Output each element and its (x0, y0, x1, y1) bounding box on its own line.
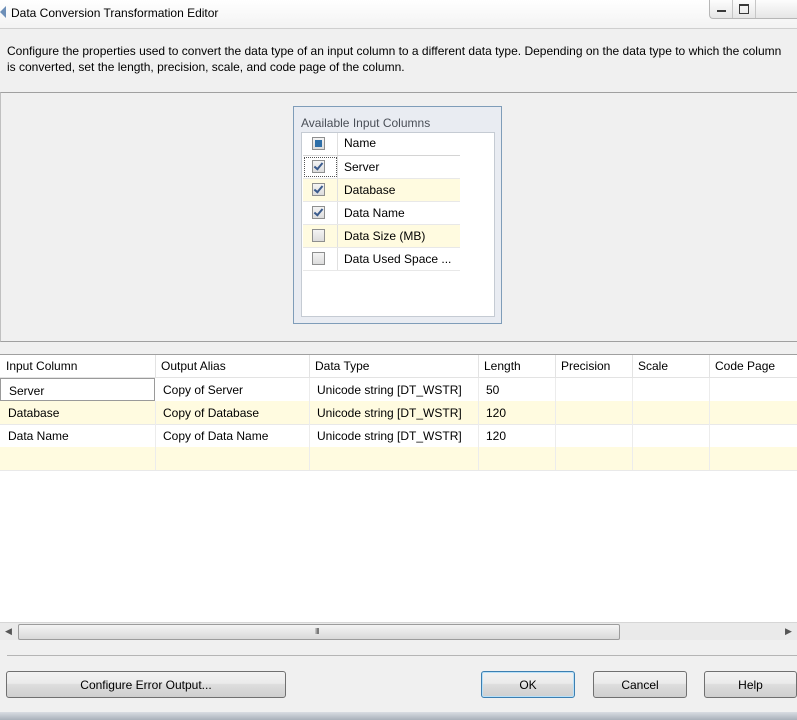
cell-scale[interactable] (632, 424, 710, 447)
table-row[interactable]: Server Copy of Server Unicode string [DT… (0, 378, 797, 402)
scroll-left-icon[interactable]: ◀ (0, 623, 17, 640)
available-columns-title: Available Input Columns (301, 116, 431, 130)
table-row[interactable]: Database Copy of Database Unicode string… (0, 401, 797, 425)
column-header-input-column[interactable]: Input Column (0, 355, 156, 377)
minimize-icon (717, 10, 726, 12)
conversion-grid: Input Column Output Alias Data Type Leng… (0, 354, 797, 639)
description-text: Configure the properties used to convert… (7, 44, 782, 74)
cell-output-alias[interactable]: Copy of Database (155, 401, 310, 424)
cell-precision[interactable] (555, 378, 633, 401)
list-item[interactable]: Database (303, 179, 460, 202)
window-bottom-edge (0, 712, 797, 720)
minimize-button[interactable] (710, 0, 733, 18)
cancel-button[interactable]: Cancel (593, 671, 687, 698)
cell-scale[interactable] (632, 378, 710, 401)
available-columns-header: Name (303, 133, 460, 156)
maximize-icon (739, 4, 749, 14)
available-columns-list: Name Server Database Data Name Data Size… (301, 132, 495, 317)
cell-code-page[interactable] (709, 378, 797, 401)
new-row[interactable] (0, 447, 797, 471)
name-header: Name (344, 136, 377, 150)
column-header-data-type[interactable]: Data Type (309, 355, 479, 377)
cell-input-column[interactable]: Database (0, 401, 156, 424)
column-header-precision[interactable]: Precision (555, 355, 633, 377)
cell-data-type[interactable]: Unicode string [DT_WSTR] (309, 378, 479, 401)
cell-data-type[interactable]: Unicode string [DT_WSTR] (309, 424, 479, 447)
scrollbar-thumb[interactable]: III (18, 624, 620, 640)
title-bar: Data Conversion Transformation Editor (0, 0, 797, 29)
table-row[interactable]: Data Name Copy of Data Name Unicode stri… (0, 424, 797, 448)
ok-button[interactable]: OK (481, 671, 575, 698)
column-header-code-page[interactable]: Code Page (709, 355, 797, 377)
cell-code-page[interactable] (709, 424, 797, 447)
list-item[interactable]: Data Name (303, 202, 460, 225)
cell-output-alias[interactable]: Copy of Server (155, 378, 310, 401)
list-item[interactable]: Server (303, 156, 460, 179)
cell-precision[interactable] (555, 401, 633, 424)
cell-length[interactable]: 120 (478, 424, 556, 447)
cell-input-column[interactable]: Data Name (0, 424, 156, 447)
list-item[interactable]: Data Used Space ... (303, 248, 460, 271)
column-header-scale[interactable]: Scale (632, 355, 710, 377)
window-controls (709, 0, 797, 19)
column-checkbox-database[interactable] (312, 183, 325, 196)
column-header-output-alias[interactable]: Output Alias (155, 355, 310, 377)
column-header-length[interactable]: Length (478, 355, 556, 377)
cell-length[interactable]: 50 (478, 378, 556, 401)
maximize-button[interactable] (733, 0, 756, 18)
cell-precision[interactable] (555, 424, 633, 447)
column-checkbox-data-used-space[interactable] (312, 252, 325, 265)
window-title: Data Conversion Transformation Editor (11, 6, 219, 20)
column-checkbox-server[interactable] (312, 160, 325, 173)
select-all-checkbox[interactable] (312, 137, 325, 150)
configure-error-output-button[interactable]: Configure Error Output... (6, 671, 286, 698)
close-button[interactable] (756, 0, 797, 18)
divider (7, 655, 797, 656)
cell-data-type[interactable]: Unicode string [DT_WSTR] (309, 401, 479, 424)
app-icon (0, 6, 6, 18)
column-checkbox-data-size[interactable] (312, 229, 325, 242)
cell-code-page[interactable] (709, 401, 797, 424)
column-checkbox-data-name[interactable] (312, 206, 325, 219)
cell-length[interactable]: 120 (478, 401, 556, 424)
horizontal-scrollbar[interactable]: ◀ III ▶ (0, 622, 797, 640)
scroll-right-icon[interactable]: ▶ (780, 623, 797, 640)
cell-scale[interactable] (632, 401, 710, 424)
help-button[interactable]: Help (704, 671, 797, 698)
scrollbar-grip: III (315, 627, 320, 636)
cell-output-alias[interactable]: Copy of Data Name (155, 424, 310, 447)
list-item[interactable]: Data Size (MB) (303, 225, 460, 248)
available-input-columns: Available Input Columns Name Server Data… (293, 106, 502, 324)
grid-header: Input Column Output Alias Data Type Leng… (0, 355, 797, 378)
cell-input-column[interactable]: Server (0, 378, 155, 401)
